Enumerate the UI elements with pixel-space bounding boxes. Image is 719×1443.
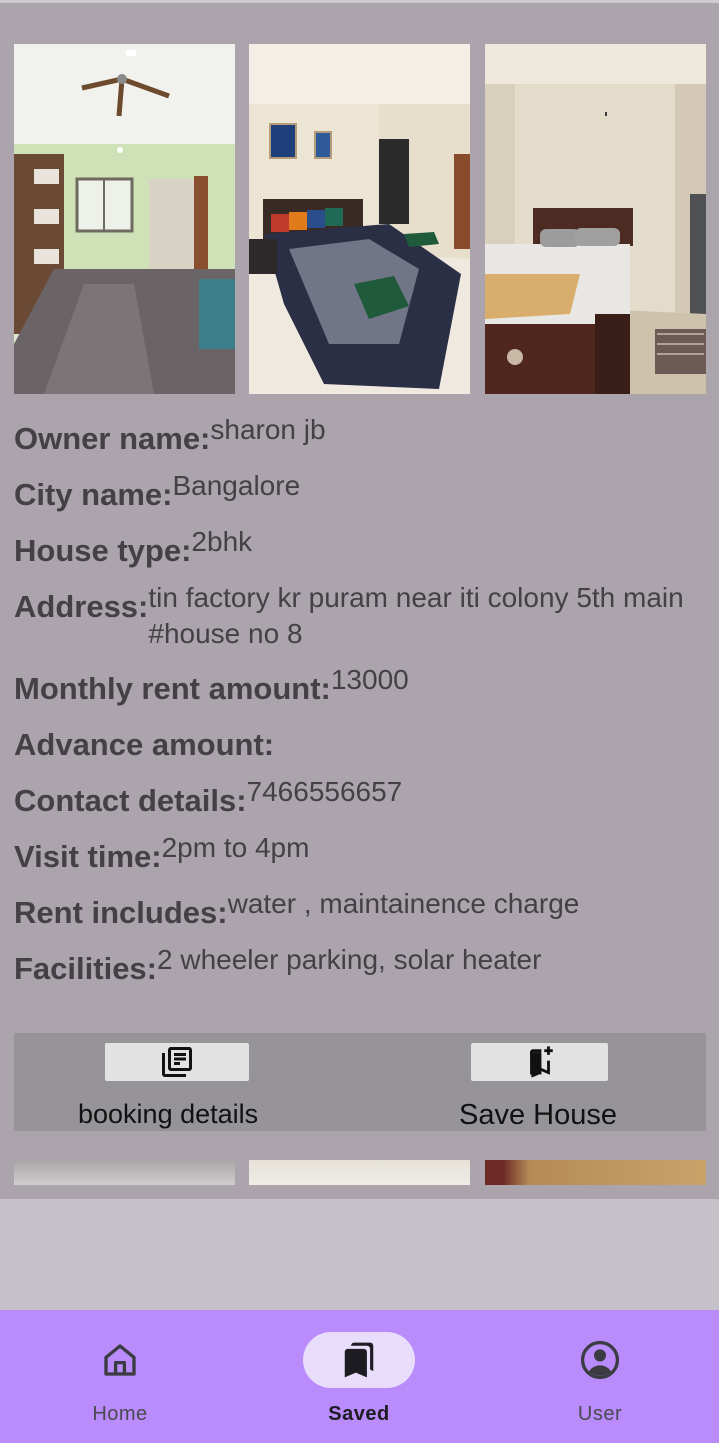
city-name-label: City name: <box>14 477 173 512</box>
owner-name-value: sharon jb <box>210 414 326 445</box>
booking-details-label: booking details <box>78 1099 259 1129</box>
next-house-photo-1[interactable] <box>14 1160 235 1185</box>
home-icon <box>104 1344 136 1376</box>
facilities-value: 2 wheeler parking, solar heater <box>157 944 542 975</box>
action-bar: booking details Save House <box>14 1033 706 1131</box>
monthly-rent-row: Monthly rent amount: 13000 <box>14 664 704 708</box>
save-house-button[interactable]: Save House <box>454 1033 674 1131</box>
house-type-row: House type: 2bhk <box>14 526 704 570</box>
save-house-label: Save House <box>459 1099 617 1131</box>
owner-name-label: Owner name: <box>14 421 211 456</box>
monthly-rent-value: 13000 <box>330 664 409 695</box>
monthly-rent-label: Monthly rent amount: <box>14 671 331 706</box>
address-label: Address: <box>14 589 149 624</box>
nav-saved-label: Saved <box>328 1403 390 1425</box>
nav-saved[interactable]: Saved <box>259 1310 459 1443</box>
booking-details-button[interactable]: booking details <box>74 1033 304 1131</box>
bookmarks-icon <box>344 1342 374 1378</box>
nav-home-icon-container[interactable] <box>64 1332 176 1388</box>
next-house-photo-3[interactable] <box>485 1160 706 1185</box>
save-house-icon-chip[interactable] <box>471 1043 608 1081</box>
house-type-value: 2bhk <box>191 526 253 557</box>
contact-details-row: Contact details: 7466556657 <box>14 776 704 820</box>
address-value: tin factory kr puram near iti colony 5th… <box>148 582 684 649</box>
visit-time-value: 2pm to 4pm <box>161 832 310 863</box>
house-details: Owner name: sharon jb City name: Bangalo… <box>14 414 704 1006</box>
nav-user-label: User <box>577 1403 623 1425</box>
house-card: Owner name: sharon jb City name: Bangalo… <box>0 0 719 1199</box>
contact-details-value: 7466556657 <box>246 776 403 807</box>
nav-user-icon-container[interactable] <box>544 1332 656 1388</box>
advance-amount-row: Advance amount: <box>14 726 704 764</box>
facilities-label: Facilities: <box>14 951 157 986</box>
bottom-navigation: Home Saved User <box>0 1310 719 1443</box>
booking-details-icon-chip[interactable] <box>105 1043 249 1081</box>
nav-user[interactable]: User <box>500 1310 700 1443</box>
bookmark-add-icon <box>529 1046 553 1078</box>
address-row: Address: tin factory kr puram near iti c… <box>14 582 704 652</box>
visit-time-row: Visit time: 2pm to 4pm <box>14 832 704 876</box>
rent-includes-row: Rent includes: water , maintainence char… <box>14 888 704 932</box>
nav-saved-selected-pill[interactable] <box>303 1332 415 1388</box>
top-divider <box>0 0 719 3</box>
city-name-row: City name: Bangalore <box>14 470 704 514</box>
contact-details-label: Contact details: <box>14 783 247 818</box>
library-books-icon <box>162 1047 192 1077</box>
owner-name-row: Owner name: sharon jb <box>14 414 704 458</box>
visit-time-label: Visit time: <box>14 839 162 874</box>
nav-home[interactable]: Home <box>20 1310 220 1443</box>
account-circle-icon <box>580 1340 620 1380</box>
house-photo-living-room[interactable] <box>14 44 235 394</box>
house-photo-bedroom[interactable] <box>249 44 470 394</box>
house-photo-second-bedroom[interactable] <box>485 44 706 394</box>
advance-amount-label: Advance amount: <box>14 727 275 762</box>
city-name-value: Bangalore <box>172 470 301 501</box>
next-house-photo-2[interactable] <box>249 1160 470 1185</box>
rent-includes-label: Rent includes: <box>14 895 228 930</box>
rent-includes-value: water , maintainence charge <box>227 888 580 919</box>
house-type-label: House type: <box>14 533 192 568</box>
nav-home-label: Home <box>92 1403 148 1425</box>
facilities-row: Facilities: 2 wheeler parking, solar hea… <box>14 944 704 988</box>
